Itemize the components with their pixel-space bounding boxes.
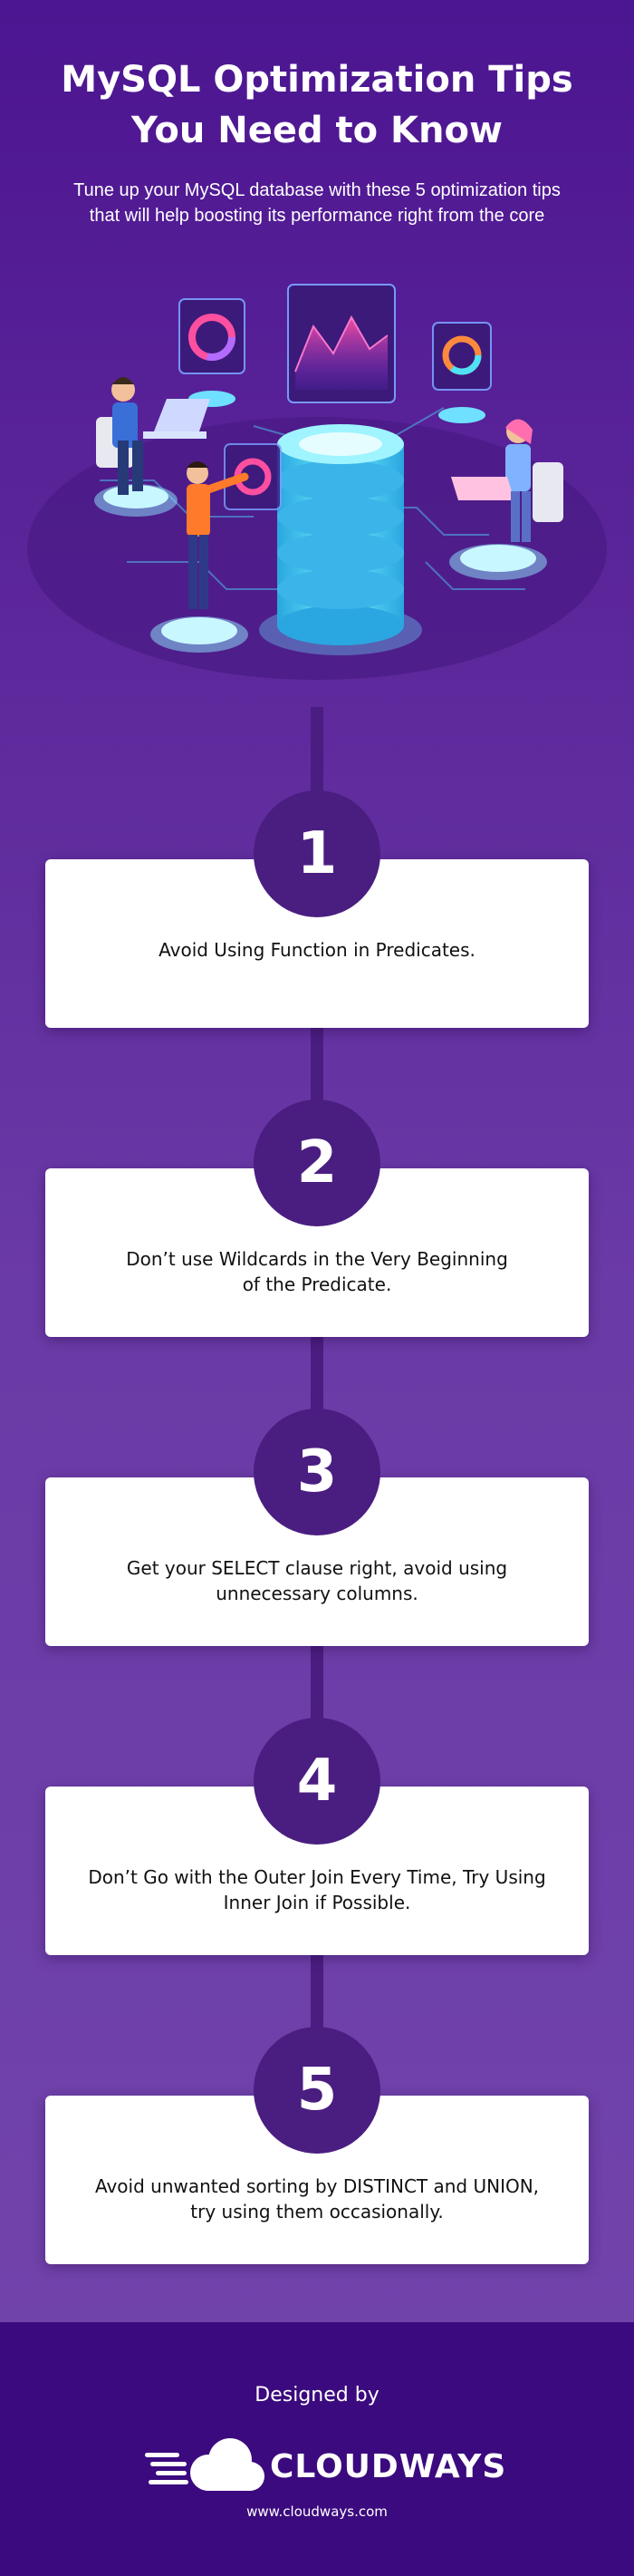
footer: Designed by CLOUDWAYS www.cloudways.com: [0, 2322, 634, 2576]
subtitle-line-1: Tune up your MySQL database with these 5…: [73, 180, 561, 200]
subtitle-line-2: that will help boosting its performance …: [89, 206, 545, 226]
tip-number-5: 5: [254, 2027, 380, 2154]
tip-number-4: 4: [254, 1718, 380, 1845]
infographic-page: MySQL Optimization Tips You Need to Know…: [0, 0, 634, 2576]
cloudways-logo[interactable]: CLOUDWAYS: [145, 2426, 505, 2507]
tip-text-3: Get your SELECT clause right, avoid usin…: [82, 1555, 552, 1606]
designed-by-label: Designed by: [255, 2384, 379, 2407]
tip-5-line-1: Avoid unwanted sorting by DISTINCT and U…: [94, 2175, 540, 2197]
tip-3-line-2: unnecessary columns.: [216, 1583, 418, 1604]
brand-name: CLOUDWAYS: [270, 2448, 507, 2485]
title-line-1: MySQL Optimization Tips: [61, 59, 573, 101]
title-line-2: You Need to Know: [131, 110, 503, 151]
tip-2-line-1: Don’t use Wildcards in the Very Beginnin…: [126, 1248, 508, 1270]
tip-3-line-1: Get your SELECT clause right, avoid usin…: [126, 1557, 508, 1579]
tip-1-line-1: Avoid Using Function in Predicates.: [158, 939, 476, 961]
database-server-illustration: [27, 284, 607, 680]
tip-4-line-2: Inner Join if Possible.: [223, 1892, 411, 1913]
tip-number-2: 2: [254, 1099, 380, 1226]
page-subtitle: Tune up your MySQL database with these 5…: [36, 178, 598, 228]
cloud-icon: [145, 2438, 264, 2491]
tip-number-3: 3: [254, 1409, 380, 1535]
tip-text-2: Don’t use Wildcards in the Very Beginnin…: [82, 1246, 552, 1297]
tip-5-line-2: try using them occasionally.: [190, 2201, 444, 2223]
tip-4-line-1: Don’t Go with the Outer Join Every Time,…: [88, 1866, 546, 1888]
page-title: MySQL Optimization Tips You Need to Know: [0, 54, 634, 156]
tip-text-1: Avoid Using Function in Predicates.: [82, 937, 552, 963]
website-url[interactable]: www.cloudways.com: [0, 2503, 634, 2520]
tip-text-5: Avoid unwanted sorting by DISTINCT and U…: [82, 2174, 552, 2224]
tip-number-1: 1: [254, 790, 380, 917]
tip-2-line-2: of the Predicate.: [242, 1273, 392, 1295]
tip-text-4: Don’t Go with the Outer Join Every Time,…: [82, 1864, 552, 1915]
